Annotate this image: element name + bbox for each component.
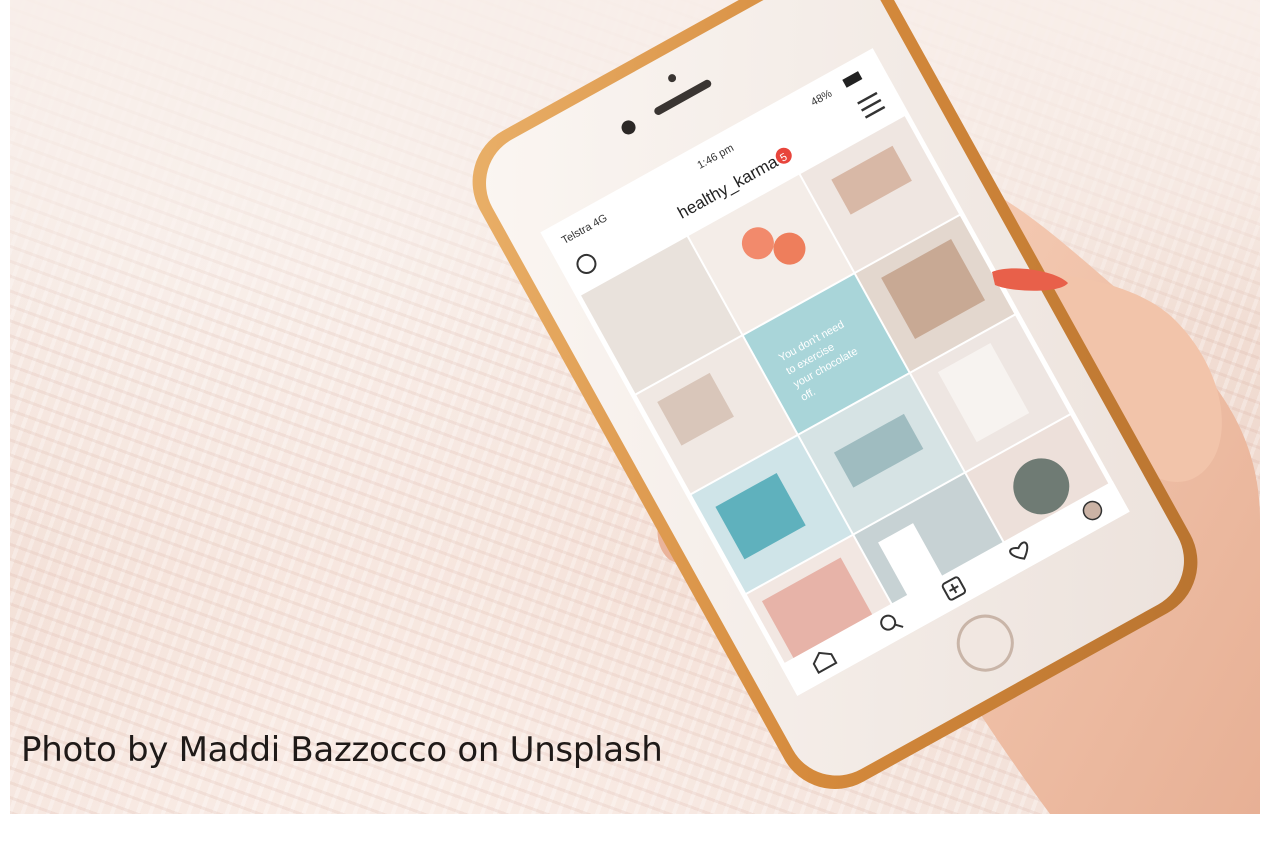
photo: Telstra 4G 1:46 pm 48% healthy_karma 5 Y… [10,0,1260,814]
phone-in-hand: Telstra 4G 1:46 pm 48% healthy_karma 5 Y… [472,0,1260,814]
photo-credit: Photo by Maddi Bazzocco on Unsplash [21,730,663,770]
